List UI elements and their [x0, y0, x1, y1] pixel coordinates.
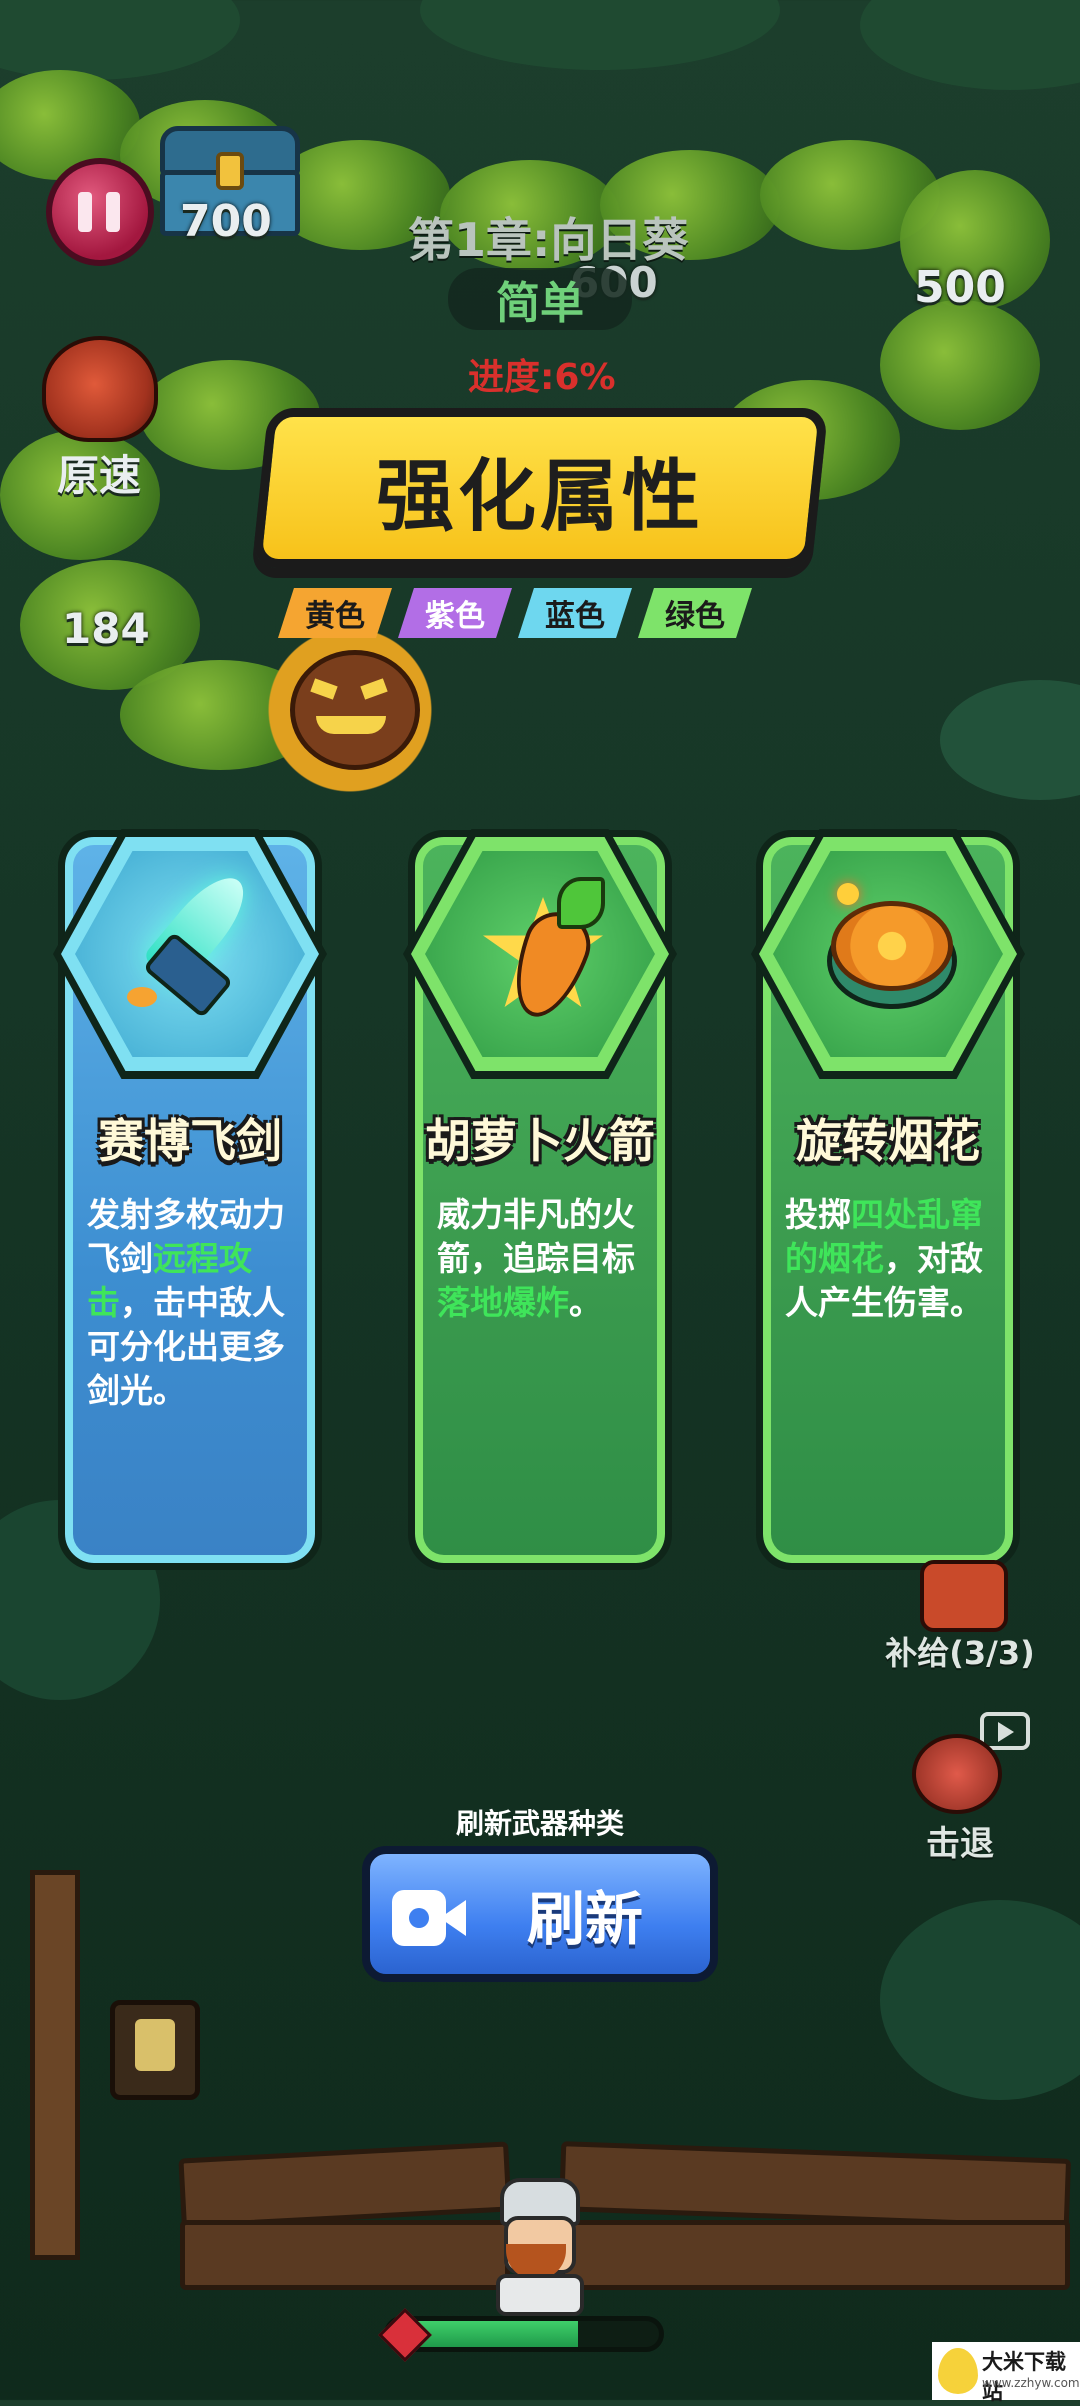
speed-button[interactable]: 原速 — [34, 330, 164, 500]
rooster-speed-icon — [42, 336, 158, 442]
color-tag-purple: 紫色 — [398, 588, 512, 638]
weapon-name: 旋转烟花 — [796, 1114, 980, 1168]
weapon-card-carrot-rocket[interactable]: 胡萝卜火箭 威力非凡的火箭，追踪目标落地爆炸。 — [403, 829, 677, 1570]
pause-button[interactable] — [46, 158, 154, 266]
float-number-184: 184 — [62, 604, 150, 653]
float-number-500: 500 — [914, 262, 1006, 313]
supply-label: 补给(3/3) — [885, 1634, 1035, 1672]
weapon-description: 发射多枚动力飞剑远程攻击，击中敌人可分化出更多剑光。 — [87, 1195, 285, 1410]
color-tag-yellow: 黄色 — [278, 588, 392, 638]
refresh-label: 刷新 — [526, 1885, 643, 1953]
color-tag-blue: 蓝色 — [518, 588, 632, 638]
heart-icon — [378, 2308, 432, 2362]
supply-crate-icon — [920, 1560, 1008, 1632]
spinning-firework-icon — [827, 883, 957, 1013]
lamp-post — [30, 1870, 80, 2260]
difficulty-badge: 简单 — [448, 268, 632, 330]
carrot-rocket-icon — [473, 877, 613, 1028]
video-camera-icon — [392, 1890, 466, 1946]
watermark-logo — [938, 2348, 978, 2394]
refresh-caption: 刷新武器种类 — [455, 1807, 624, 1840]
weapon-card-cyber-sword[interactable]: 赛博飞剑 发射多枚动力飞剑远程攻击，击中敌人可分化出更多剑光。 — [53, 829, 327, 1570]
knockback-icon — [912, 1734, 1002, 1814]
cyber-flying-sword-icon — [125, 864, 258, 1019]
color-tag-green: 绿色 — [638, 588, 752, 638]
watermark: 大米下载站 www.zzhyw.com — [932, 2342, 1080, 2404]
watermark-url: www.zzhyw.com — [982, 2376, 1080, 2390]
speed-label: 原速 — [56, 451, 141, 500]
knockback-button[interactable]: 击退 — [900, 1704, 1040, 1864]
chest-count: 700 — [180, 196, 272, 247]
weapon-description: 投掷四处乱窜的烟花，对敌人产生伤害。 — [785, 1195, 983, 1322]
weapon-name: 赛博飞剑 — [98, 1114, 282, 1168]
difficulty-label: 简单 — [496, 278, 584, 329]
weapon-description: 威力非凡的火箭，追踪目标落地爆炸。 — [437, 1195, 635, 1322]
progress-text: 进度:6% — [468, 357, 616, 398]
refresh-button[interactable]: 刷新 — [362, 1846, 718, 1982]
supply-button[interactable]: 补给(3/3) — [880, 1560, 1040, 1680]
knockback-label: 击退 — [926, 1824, 994, 1864]
weapon-name: 胡萝卜火箭 — [425, 1114, 655, 1168]
panel-title: 强化属性 — [375, 452, 704, 542]
player-character — [486, 2178, 586, 2316]
lamp-icon — [110, 2000, 200, 2100]
sunflower-boss — [250, 620, 450, 800]
weapon-card-spinning-firework[interactable]: 旋转烟花 投掷四处乱窜的烟花，对敌人产生伤害。 — [751, 829, 1025, 1570]
